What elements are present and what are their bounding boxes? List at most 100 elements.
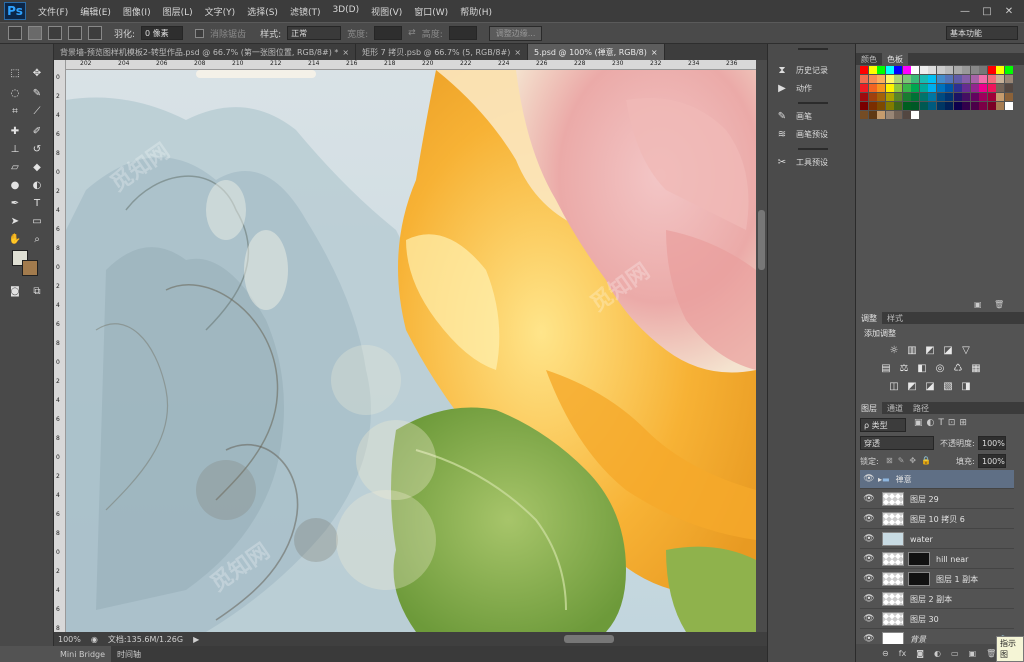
swatch[interactable] xyxy=(945,102,953,110)
swatch[interactable] xyxy=(962,75,970,83)
gradient-map-icon[interactable]: ▧ xyxy=(942,380,954,392)
swatch[interactable] xyxy=(996,84,1004,92)
swatch[interactable] xyxy=(911,84,919,92)
swatch[interactable] xyxy=(868,75,877,83)
group-icon[interactable]: ▭ xyxy=(951,649,959,658)
style-select[interactable]: 正常 xyxy=(287,26,342,40)
history-panel-button[interactable]: ⧗ 历史记录 xyxy=(776,64,828,76)
swatch[interactable] xyxy=(919,102,928,110)
swatch[interactable] xyxy=(1004,102,1013,110)
subtract-selection-icon[interactable] xyxy=(68,26,82,40)
menu-item[interactable]: 编辑(E) xyxy=(74,5,117,18)
swatch[interactable] xyxy=(902,75,911,83)
swatch[interactable] xyxy=(928,102,936,110)
swatch[interactable] xyxy=(919,84,928,92)
swatch[interactable] xyxy=(979,84,987,92)
swatch[interactable] xyxy=(996,102,1004,110)
eyedropper-tool-icon[interactable]: ⟋ xyxy=(28,102,46,120)
menu-item[interactable]: 3D(D) xyxy=(326,5,365,18)
layer-row[interactable]: 👁 图层 30 xyxy=(860,610,1014,629)
swatch[interactable] xyxy=(860,93,868,101)
visibility-eye-icon[interactable]: 👁 xyxy=(860,474,878,484)
swatch[interactable] xyxy=(868,102,877,110)
tab-paths[interactable]: 路径 xyxy=(908,402,934,414)
swatch[interactable] xyxy=(970,66,979,74)
hue-sat-icon[interactable]: ▤ xyxy=(880,362,892,374)
trash-icon[interactable]: 🗑 xyxy=(994,300,1004,309)
brightness-icon[interactable]: ☼ xyxy=(888,344,900,356)
swatch[interactable] xyxy=(928,66,936,74)
tab-layers[interactable]: 图层 xyxy=(856,402,882,414)
layer-row[interactable]: 👁 图层 1 副本 xyxy=(860,570,1014,589)
photo-filter-icon[interactable]: ◎ xyxy=(934,362,946,374)
tab-channels[interactable]: 通道 xyxy=(882,402,908,414)
swatch[interactable] xyxy=(936,66,945,74)
bw-icon[interactable]: ◧ xyxy=(916,362,928,374)
paint-bucket-tool-icon[interactable]: ◆ xyxy=(28,158,46,176)
swatch[interactable] xyxy=(911,66,919,74)
swatch[interactable] xyxy=(928,93,936,101)
bottom-tab[interactable]: 时间轴 xyxy=(111,646,147,662)
marquee-tool-icon[interactable]: ⬚ xyxy=(6,64,24,82)
swatch[interactable] xyxy=(894,66,902,74)
bottom-tab[interactable]: Mini Bridge xyxy=(54,646,112,662)
menu-item[interactable]: 选择(S) xyxy=(241,5,284,18)
brush-panel-button[interactable]: ✎ 画笔 xyxy=(776,110,812,122)
swatch[interactable] xyxy=(979,75,987,83)
swatch[interactable] xyxy=(902,66,911,74)
menu-item[interactable]: 文件(F) xyxy=(32,5,74,18)
swatch[interactable] xyxy=(894,75,902,83)
swatch[interactable] xyxy=(868,93,877,101)
swatch[interactable] xyxy=(885,84,894,92)
swatch[interactable] xyxy=(996,66,1004,74)
swatch[interactable] xyxy=(953,102,962,110)
swatch[interactable] xyxy=(894,102,902,110)
marquee-preset-icon[interactable] xyxy=(8,26,22,40)
curves-icon[interactable]: ◩ xyxy=(924,344,936,356)
swatch[interactable] xyxy=(962,84,970,92)
swatch[interactable] xyxy=(860,66,868,74)
swatch[interactable] xyxy=(953,84,962,92)
layer-row[interactable]: 👁 图层 2 副本 xyxy=(860,590,1014,609)
menu-item[interactable]: 图像(I) xyxy=(117,5,157,18)
zoom-level[interactable]: 100% xyxy=(58,635,81,644)
swatch[interactable] xyxy=(1004,66,1013,74)
new-swatch-icon[interactable]: ▣ xyxy=(974,300,982,309)
swatch[interactable] xyxy=(911,75,919,83)
swatch[interactable] xyxy=(987,93,996,101)
swatch[interactable] xyxy=(996,93,1004,101)
refine-edge-button[interactable]: 调整边缘... xyxy=(488,25,543,41)
selective-color-icon[interactable]: ◨ xyxy=(960,380,972,392)
vibrance-icon[interactable]: ▽ xyxy=(960,344,972,356)
levels-icon[interactable]: ▥ xyxy=(906,344,918,356)
swatch[interactable] xyxy=(979,93,987,101)
minimize-button[interactable]: — xyxy=(954,4,976,18)
screen-mode-icon[interactable]: ⧉ xyxy=(28,282,46,300)
layer-mask-thumbnail[interactable] xyxy=(908,552,930,566)
swatch[interactable] xyxy=(987,75,996,83)
swatch[interactable] xyxy=(885,102,894,110)
swatch[interactable] xyxy=(877,102,885,110)
swatch[interactable] xyxy=(987,102,996,110)
swatch[interactable] xyxy=(902,84,911,92)
swatch[interactable] xyxy=(902,93,911,101)
swatch[interactable] xyxy=(911,93,919,101)
swatch[interactable] xyxy=(885,111,894,119)
hand-tool-icon[interactable]: ✋ xyxy=(6,230,24,248)
adjustment-icon[interactable]: ◐ xyxy=(934,649,941,658)
swatch[interactable] xyxy=(885,66,894,74)
close-button[interactable]: ✕ xyxy=(998,4,1020,18)
add-selection-icon[interactable] xyxy=(48,26,62,40)
swatch[interactable] xyxy=(970,102,979,110)
color-lookup-icon[interactable]: ▦ xyxy=(970,362,982,374)
swatch[interactable] xyxy=(885,75,894,83)
vertical-scrollbar[interactable] xyxy=(756,60,767,632)
channel-mixer-icon[interactable]: ♺ xyxy=(952,362,964,374)
layer-filter-icons[interactable]: ▣◐T⊡⊞ xyxy=(914,418,971,428)
swatch[interactable] xyxy=(877,93,885,101)
antialias-checkbox[interactable] xyxy=(195,28,205,38)
swatch[interactable] xyxy=(979,102,987,110)
crop-tool-icon[interactable]: ⌗ xyxy=(6,102,24,120)
healing-tool-icon[interactable]: ✚ xyxy=(6,122,24,140)
swatch[interactable] xyxy=(962,102,970,110)
